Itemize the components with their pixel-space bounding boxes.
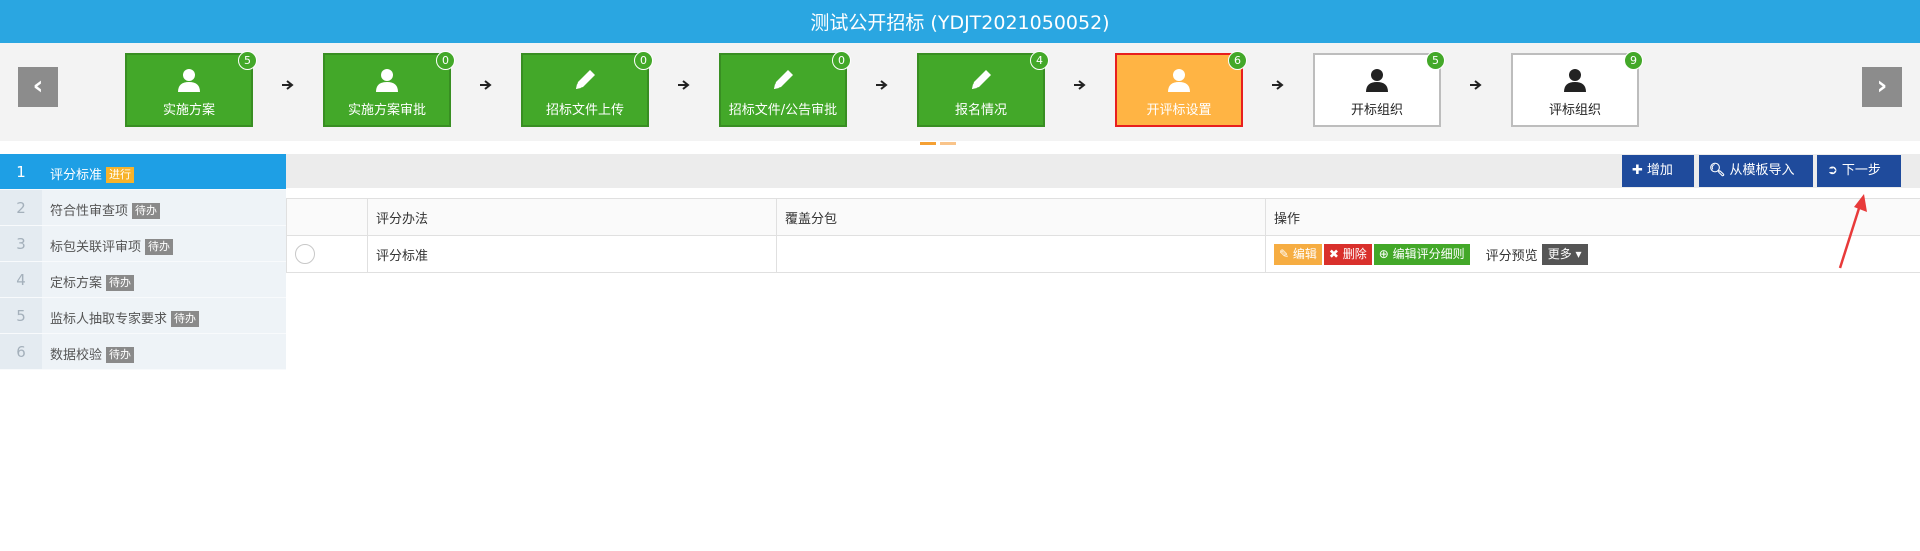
toolbar: ✚ 增加 🔍︎ 从模板导入 ➲ 下一步	[286, 154, 1920, 188]
edit-scoring-details-button[interactable]: ⊕ 编辑评分细则	[1373, 243, 1470, 265]
packages-cell	[776, 235, 1266, 273]
step-tender-notice-approval[interactable]: 招标文件/公告审批 0	[719, 51, 851, 127]
status-badge: 待办	[171, 311, 200, 327]
pencil-icon	[972, 70, 991, 89]
arrow-right-icon	[678, 80, 690, 90]
search-icon: 🔍︎	[1709, 163, 1726, 178]
step-label: 评标组织	[1548, 103, 1601, 118]
column-header-select	[286, 198, 368, 236]
annotation-arrow-icon	[1838, 194, 1867, 269]
sidebar: 1 评分标准 进行 2 符合性审查项 待办 3 标包关联评审项 待办 4 定标方案 待办…	[0, 154, 286, 370]
next-step-button[interactable]: ➲ 下一步	[1817, 155, 1901, 187]
step-count-badge: 5	[1426, 51, 1445, 70]
sidebar-item-number: 4	[0, 262, 42, 297]
workflow-stepper: ‹ 实施方案 5 实施方案审批 0 招标文件上传 0 招标文件/公告审批 0 报…	[0, 43, 1920, 145]
step-bid-opening[interactable]: 开标组织 5	[1313, 51, 1445, 127]
page-dot[interactable]	[940, 142, 956, 145]
chevron-right-icon[interactable]: ›	[1862, 67, 1902, 107]
import-template-button[interactable]: 🔍︎ 从模板导入	[1699, 155, 1813, 187]
sidebar-item-number: 2	[0, 190, 42, 225]
step-tender-upload[interactable]: 招标文件上传 0	[521, 51, 653, 127]
sidebar-item-label: 监标人抽取专家要求	[50, 312, 168, 327]
column-header-method: 评分办法	[367, 198, 777, 236]
status-badge: 待办	[106, 275, 135, 291]
step-count-badge: 9	[1624, 51, 1643, 70]
sidebar-item-scoring-criteria[interactable]: 1 评分标准 进行	[0, 154, 286, 190]
step-count-badge: 0	[436, 51, 455, 70]
sidebar-item-label: 标包关联评审项	[50, 240, 142, 255]
step-count-badge: 4	[1030, 51, 1049, 70]
pencil-icon	[576, 70, 595, 89]
arrow-right-icon	[282, 80, 294, 90]
actions-cell: ✎ 编辑 ✖ 删除 ⊕ 编辑评分细则 评分预览 更多 ▾	[1265, 235, 1920, 273]
column-header-packages: 覆盖分包	[776, 198, 1266, 236]
chevron-down-icon: ▾	[1575, 246, 1582, 261]
sidebar-item-label: 评分标准	[50, 168, 103, 183]
user-icon	[1366, 69, 1388, 92]
status-badge: 待办	[132, 203, 161, 219]
sidebar-item-package-review-items[interactable]: 3 标包关联评审项 待办	[0, 226, 286, 262]
arrow-right-icon	[1470, 80, 1482, 90]
sidebar-item-number: 1	[0, 154, 42, 189]
arrow-right-icon	[480, 80, 492, 90]
step-plan-approval[interactable]: 实施方案审批 0	[323, 51, 455, 127]
step-bid-evaluation[interactable]: 评标组织 9	[1511, 51, 1643, 127]
sidebar-item-number: 5	[0, 298, 42, 333]
step-label: 报名情况	[954, 103, 1007, 118]
user-icon	[376, 69, 398, 92]
step-bid-opening-settings[interactable]: 开评标设置 6	[1115, 51, 1247, 127]
row-select-radio[interactable]	[295, 244, 315, 264]
chevron-left-icon[interactable]: ‹	[18, 67, 58, 107]
step-label: 招标文件上传	[545, 103, 624, 118]
arrow-right-icon	[1074, 80, 1086, 90]
row-select-cell	[286, 235, 368, 273]
sidebar-item-expert-requirements[interactable]: 5 监标人抽取专家要求 待办	[0, 298, 286, 334]
column-header-actions: 操作	[1265, 198, 1920, 236]
delete-button[interactable]: ✖ 删除	[1323, 243, 1372, 265]
more-dropdown[interactable]: 更多 ▾	[1541, 243, 1588, 265]
circle-arrow-right-icon: ➲	[1827, 163, 1838, 178]
sidebar-item-label: 定标方案	[50, 276, 103, 291]
status-badge: 进行	[106, 167, 135, 183]
method-cell: 评分标准	[367, 235, 777, 273]
sidebar-item-compliance-review[interactable]: 2 符合性审查项 待办	[0, 190, 286, 226]
step-label: 开评标设置	[1146, 103, 1212, 118]
arrow-right-icon	[1272, 80, 1284, 90]
step-label: 开标组织	[1350, 103, 1403, 118]
edit-button[interactable]: ✎ 编辑	[1274, 243, 1322, 265]
step-label: 实施方案审批	[347, 103, 426, 118]
scoring-preview-link[interactable]: 评分预览	[1486, 245, 1538, 264]
step-registration[interactable]: 报名情况 4	[917, 51, 1049, 127]
table-row: 评分标准 ✎ 编辑 ✖ 删除 ⊕ 编辑评分细则 评分预览 更多 ▾	[286, 235, 1920, 273]
plus-icon: ✚	[1632, 163, 1643, 178]
page-dot[interactable]	[920, 142, 936, 145]
sidebar-item-data-validation[interactable]: 6 数据校验 待办	[0, 334, 286, 370]
page-title: 测试公开招标 (YDJT2021050052)	[0, 0, 1920, 43]
user-icon	[178, 69, 200, 92]
add-button[interactable]: ✚ 增加	[1622, 155, 1694, 187]
pencil-icon	[774, 70, 793, 89]
step-count-badge: 0	[634, 51, 653, 70]
sidebar-item-number: 3	[0, 226, 42, 261]
status-badge: 待办	[145, 239, 174, 255]
sidebar-item-number: 6	[0, 334, 42, 369]
page-indicator	[920, 134, 960, 149]
table-header-row: 评分办法 覆盖分包 操作	[286, 198, 1920, 236]
scoring-table: 评分办法 覆盖分包 操作 评分标准 ✎ 编辑 ✖ 删除 ⊕ 编辑评分细则 评分预览 更多…	[286, 198, 1920, 273]
step-count-badge: 5	[238, 51, 257, 70]
user-icon	[1564, 69, 1586, 92]
sidebar-item-label: 数据校验	[50, 348, 103, 363]
step-count-badge: 6	[1228, 51, 1247, 70]
arrow-right-icon	[876, 80, 888, 90]
status-badge: 待办	[106, 347, 135, 363]
user-icon	[1168, 69, 1190, 92]
sidebar-item-label: 符合性审查项	[50, 204, 129, 219]
step-label: 招标文件/公告审批	[728, 103, 838, 118]
step-count-badge: 0	[832, 51, 851, 70]
step-implementation-plan[interactable]: 实施方案 5	[125, 51, 257, 127]
sidebar-item-award-plan[interactable]: 4 定标方案 待办	[0, 262, 286, 298]
step-label: 实施方案	[162, 103, 215, 118]
